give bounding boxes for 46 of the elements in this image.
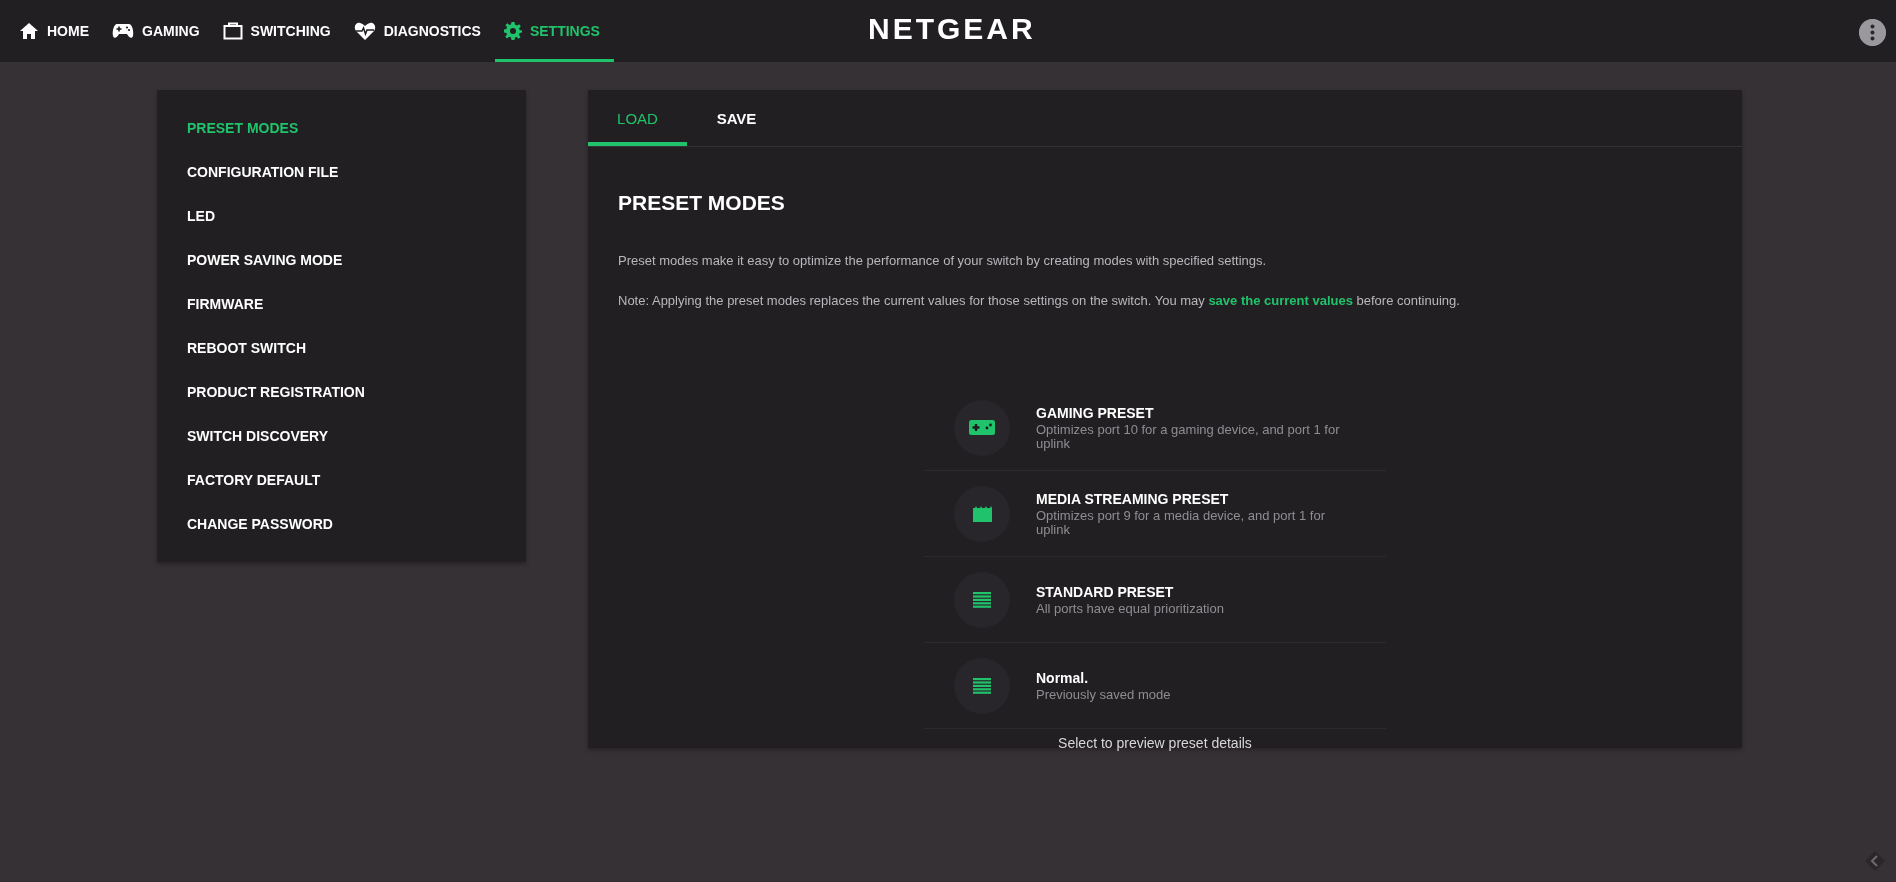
nav-tab[interactable]: DIAGNOSTICS [344,0,495,62]
preset-title: MEDIA STREAMING PRESET [1036,490,1230,507]
sidebar-item[interactable]: CONFIGURATION FILE [157,150,526,194]
nav-tab[interactable]: HOME [10,0,103,62]
preset-title: STANDARD PRESET [1036,583,1175,600]
more-menu-icon[interactable] [1859,19,1886,46]
preset-option[interactable]: Normal. Previously saved mode [924,643,1386,729]
gamepad-icon [112,23,134,39]
sidebar-item[interactable]: POWER SAVING MODE [157,238,526,282]
nav-tab[interactable]: SWITCHING [213,0,345,62]
preset-description: Previously saved mode [1036,687,1172,702]
sidebar-item[interactable]: FIRMWARE [157,282,526,326]
sidebar-item[interactable]: PRODUCT REGISTRATION [157,370,526,414]
list-icon [973,591,991,608]
sidebar-item[interactable]: LED [157,194,526,238]
sidebar-item[interactable]: REBOOT SWITCH [157,326,526,370]
preset-option[interactable]: GAMING PRESET Optimizes port 10 for a gaming device, and port 1 for uplink [924,385,1386,471]
sidebar-item[interactable]: PRESET MODES [157,106,526,150]
preset-title: GAMING PRESET [1036,404,1155,421]
panel-tab[interactable]: SAVE [687,90,786,146]
sidebar-item[interactable]: FACTORY DEFAULT [157,458,526,502]
intro-text: Preset modes make it easy to optimize the performance of your switch by creating modes with specified settings. [618,253,1268,268]
panel-heading: PRESET MODES [618,191,786,215]
panel-tab[interactable]: LOAD [588,90,687,146]
preset-description: Optimizes port 9 for a media device, and port 1 for uplink [1036,508,1327,537]
settings-icon [503,22,522,40]
list-icon [973,677,991,694]
sidebar-item[interactable]: CHANGE PASSWORD [157,502,526,546]
gamepad-icon [969,420,995,435]
preset-title: Normal. [1036,669,1090,686]
preview-hint: Select to preview preset details [1057,735,1253,751]
preset-option[interactable]: MEDIA STREAMING PRESET Optimizes port 9 for a media device, and port 1 for uplink [924,471,1386,557]
preset-option[interactable]: STANDARD PRESET All ports have equal prioritization [924,557,1386,643]
logo: NETGEAR [868,12,1036,46]
briefcase-icon [222,22,243,40]
diamond-icon[interactable] [1864,850,1886,872]
nav-tab[interactable]: GAMING [103,0,214,62]
save-values-link[interactable]: save the current values [1208,293,1353,308]
heart-pulse-icon [353,21,376,41]
nav-tab[interactable]: SETTINGS [494,0,614,62]
home-icon [19,22,39,40]
preset-description: Optimizes port 10 for a gaming device, and port 1 for uplink [1036,422,1341,451]
preset-description: All ports have equal prioritization [1036,601,1225,616]
note-text: Note: Applying the preset modes replaces the current values for those settings on the switch. You may save the current values before continuing. [618,293,1461,308]
sidebar-item[interactable]: SWITCH DISCOVERY [157,414,526,458]
clapperboard-icon [972,505,992,522]
